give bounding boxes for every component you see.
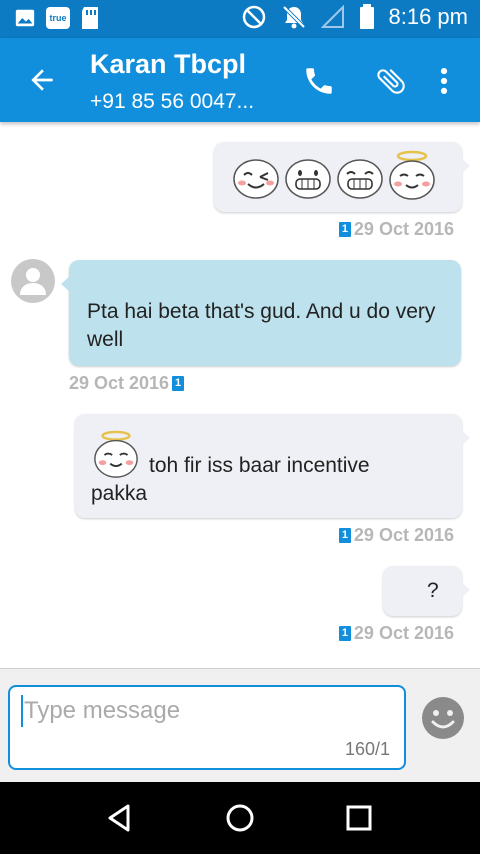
grin-face-emoji [337, 159, 383, 199]
attachment-icon[interactable] [374, 64, 408, 98]
message-timestamp: 1 29 Oct 2016 [338, 219, 454, 240]
emoji-picker-icon[interactable] [421, 696, 465, 740]
outgoing-message-bubble[interactable]: toh fir iss baar incentive pakka [75, 414, 470, 518]
nav-back-icon[interactable] [102, 800, 138, 836]
outgoing-message-bubble[interactable]: ? [383, 566, 470, 616]
grin-face-emoji [285, 159, 331, 199]
wink-face-emoji [233, 159, 279, 199]
contact-number: +91 85 56 0047... [90, 90, 255, 113]
nav-home-icon[interactable] [222, 800, 258, 836]
sd-card-icon [82, 7, 98, 29]
contact-avatar[interactable] [11, 259, 55, 303]
message-text: toh fir iss baar incentive pakka [91, 454, 370, 505]
svg-text:true: true [49, 13, 66, 23]
clock: 8:16 pm [388, 4, 469, 29]
contact-name: Karan Tbcpl [90, 49, 247, 79]
message-text: ? [427, 579, 439, 602]
message-list[interactable]: 1 29 Oct 2016 Pta hai beta that's gud. A… [0, 122, 480, 668]
message-timestamp: 1 29 Oct 2016 [338, 623, 454, 644]
app-bar: Karan Tbcpl +91 85 56 0047... [0, 38, 480, 122]
message-timestamp: 29 Oct 2016 1 [69, 373, 185, 394]
battery-icon [359, 4, 374, 29]
nav-recents-icon[interactable] [341, 800, 377, 836]
text-cursor [21, 695, 23, 727]
character-counter: 160/1 [344, 739, 390, 759]
system-navigation-bar [0, 782, 480, 854]
status-bar: true 8:16 pm [0, 0, 480, 38]
more-vert-icon[interactable] [427, 64, 461, 98]
signal-icon [320, 5, 344, 28]
truecaller-icon: true [46, 7, 70, 29]
message-input[interactable]: Type message 160/1 [8, 685, 406, 770]
person-icon [20, 268, 46, 295]
phone-icon[interactable] [302, 64, 336, 98]
message-timestamp: 1 29 Oct 2016 [338, 525, 454, 546]
image-icon [15, 9, 35, 27]
sim-1-icon: 1 [338, 222, 351, 237]
message-input-placeholder: Type message [24, 697, 181, 724]
sim-1-icon: 1 [338, 626, 351, 641]
incoming-message-bubble[interactable]: Pta hai beta that's gud. And u do very w… [61, 260, 461, 366]
angel-face-emoji [389, 150, 435, 200]
notifications-off-icon [282, 5, 305, 29]
sim-1-icon: 1 [338, 528, 351, 543]
message-text: Pta hai beta that's gud. And u do very w… [87, 300, 436, 351]
outgoing-message-bubble[interactable] [214, 142, 470, 212]
do-not-disturb-icon [242, 5, 265, 29]
sim-1-icon: 1 [172, 376, 185, 391]
message-composer: Type message 160/1 [0, 668, 480, 783]
back-arrow-icon[interactable] [26, 64, 58, 96]
